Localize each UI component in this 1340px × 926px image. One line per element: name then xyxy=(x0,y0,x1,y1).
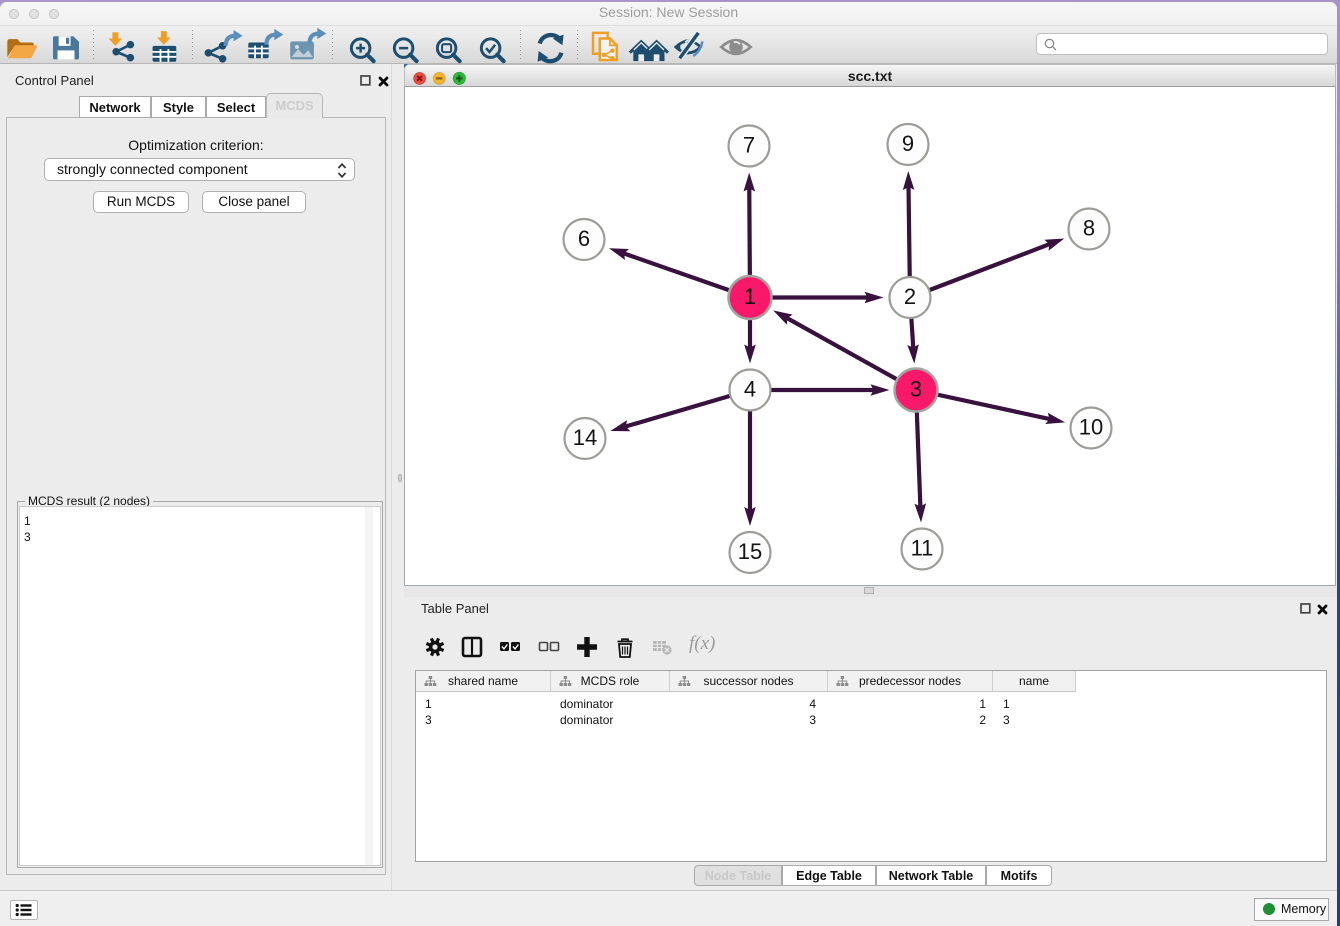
svg-text:6: 6 xyxy=(578,226,590,251)
svg-text:4: 4 xyxy=(744,376,756,401)
svg-text:1: 1 xyxy=(744,284,756,309)
svg-text:10: 10 xyxy=(1079,414,1103,439)
svg-text:11: 11 xyxy=(911,535,934,560)
svg-text:15: 15 xyxy=(738,539,762,564)
svg-text:7: 7 xyxy=(743,132,755,157)
svg-text:2: 2 xyxy=(904,284,916,309)
svg-text:9: 9 xyxy=(902,131,914,156)
svg-text:14: 14 xyxy=(573,425,597,450)
svg-text:8: 8 xyxy=(1083,215,1095,240)
svg-text:3: 3 xyxy=(910,376,922,401)
